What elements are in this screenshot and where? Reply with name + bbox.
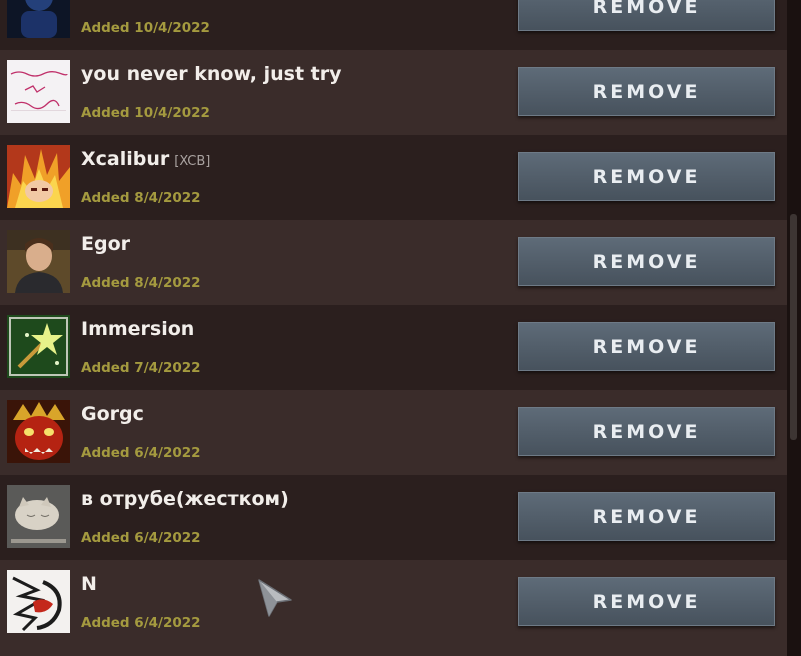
- added-date: Added 6/4/2022: [81, 445, 201, 461]
- remove-button[interactable]: REMOVE: [518, 322, 775, 371]
- remove-button[interactable]: REMOVE: [518, 152, 775, 201]
- friend-name: Gorgc: [81, 403, 144, 425]
- added-date: Added 6/4/2022: [81, 530, 201, 546]
- friend-row: в отрубе(жестком) Added 6/4/2022 REMOVE: [0, 475, 787, 560]
- friend-row: Added 10/4/2022 REMOVE: [0, 0, 787, 50]
- red-demon-mask-avatar: [7, 400, 70, 463]
- remove-button[interactable]: REMOVE: [518, 577, 775, 626]
- manga-sketch-avatar: [7, 570, 70, 633]
- mouse-cursor-icon: [255, 578, 295, 620]
- added-date: Added 8/4/2022: [81, 275, 201, 291]
- remove-button[interactable]: REMOVE: [518, 0, 775, 31]
- person-photo-avatar: [7, 230, 70, 293]
- friend-row: Immersion Added 7/4/2022 REMOVE: [0, 305, 787, 390]
- flame-hair-anime-avatar: [7, 145, 70, 208]
- sleeping-cat-avatar: [7, 485, 70, 548]
- friend-row: Gorgc Added 6/4/2022 REMOVE: [0, 390, 787, 475]
- blessed-for-30-note-avatar: [7, 60, 70, 123]
- friend-name: Immersion: [81, 318, 195, 340]
- star-wand-avatar: [7, 315, 70, 378]
- friend-row: Egor Added 8/4/2022 REMOVE: [0, 220, 787, 305]
- added-date: Added 7/4/2022: [81, 360, 201, 376]
- clan-tag: [XCB]: [174, 154, 211, 169]
- friend-row: Xcalibur [XCB] Added 8/4/2022 REMOVE: [0, 135, 787, 220]
- remove-button[interactable]: REMOVE: [518, 67, 775, 116]
- friend-name: Xcalibur [XCB]: [81, 148, 211, 170]
- added-date: Added 6/4/2022: [81, 615, 201, 631]
- remove-button[interactable]: REMOVE: [518, 492, 775, 541]
- added-date: Added 8/4/2022: [81, 190, 201, 206]
- friend-row: N Added 6/4/2022 REMOVE: [0, 560, 787, 656]
- added-date: Added 10/4/2022: [81, 20, 210, 36]
- friends-list: Added 10/4/2022 REMOVE you never know, j…: [0, 0, 787, 656]
- friend-name: Egor: [81, 233, 131, 255]
- friend-name: you never know, just try: [81, 63, 342, 85]
- friend-row: you never know, just try Added 10/4/2022…: [0, 50, 787, 135]
- friend-name: в отрубе(жестком): [81, 488, 289, 510]
- remove-button[interactable]: REMOVE: [518, 237, 775, 286]
- blue-figure-avatar: [7, 0, 70, 38]
- remove-button[interactable]: REMOVE: [518, 407, 775, 456]
- added-date: Added 10/4/2022: [81, 105, 210, 121]
- scrollbar-thumb[interactable]: [790, 214, 797, 440]
- friend-name: N: [81, 573, 97, 595]
